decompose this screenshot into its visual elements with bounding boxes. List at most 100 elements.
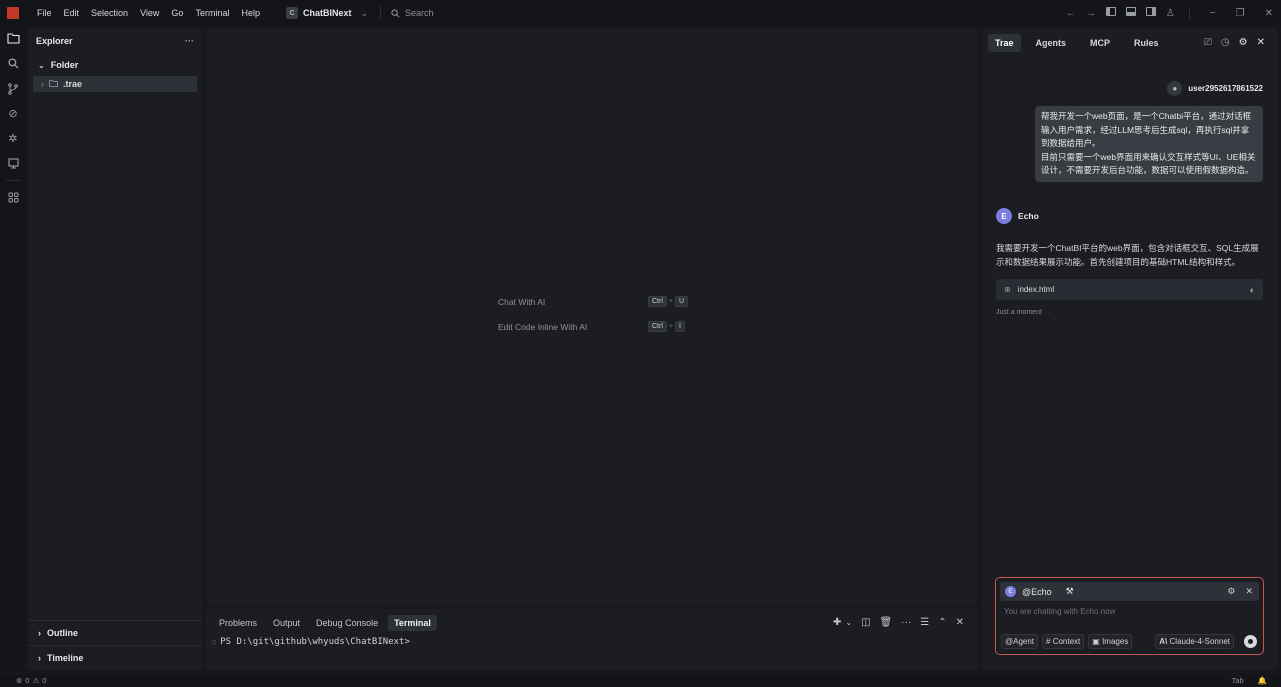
menu-edit[interactable]: Edit: [58, 8, 86, 18]
toggle-right-panel-icon[interactable]: [1145, 7, 1156, 19]
agent-avatar: E: [996, 208, 1012, 224]
timeline-section[interactable]: › Timeline: [28, 645, 202, 670]
status-bar: ⊗ 0 ⚠ 0 Tab 🔔: [0, 674, 1281, 687]
chevron-right-icon: ›: [41, 79, 44, 89]
more-actions-icon[interactable]: ···: [185, 36, 194, 46]
shortcut-keys: Ctrl + U: [648, 296, 689, 307]
tree-item-trae[interactable]: › .trae: [33, 76, 197, 92]
menu-go[interactable]: Go: [165, 8, 189, 18]
forward-arrow-icon[interactable]: →: [1086, 8, 1096, 19]
tab-problems[interactable]: Problems: [213, 615, 263, 631]
chat-input-box[interactable]: E @Echo ⚒ ⚙ ✕ You are chatting with Echo…: [995, 577, 1264, 655]
hammer-icon[interactable]: ⚒: [1066, 586, 1074, 597]
terminal-output[interactable]: ○ PS D:\git\github\whyuds\ChatBINext>: [206, 637, 978, 647]
search-box[interactable]: Search: [391, 8, 434, 18]
user-message-bubble: 帮我开发一个web页面，是一个Chatbi平台，通过对话框输入用户需求，经过LL…: [1035, 106, 1263, 182]
close-panel-icon[interactable]: ✕: [956, 617, 964, 628]
restore-icon[interactable]: ❐: [1236, 8, 1245, 19]
key-plus: +: [668, 298, 673, 305]
agent-name: Echo: [1018, 211, 1039, 221]
status-right: Tab 🔔: [1232, 676, 1267, 685]
back-arrow-icon[interactable]: ←: [1066, 8, 1076, 19]
user-message-line: 目前只需要一个web界面用来确认交互样式等UI、UE相关设计，不需要开发后台功能…: [1041, 151, 1256, 176]
menu-file[interactable]: File: [31, 8, 58, 18]
images-chip[interactable]: ▣ Images: [1088, 634, 1133, 649]
chevron-down-icon[interactable]: ⌄: [845, 618, 852, 627]
new-terminal-icon[interactable]: ✚: [833, 617, 841, 628]
minimize-icon[interactable]: −: [1210, 8, 1216, 19]
toggle-bottom-panel-icon[interactable]: [1125, 7, 1136, 19]
tab-terminal[interactable]: Terminal: [388, 615, 437, 631]
tree-item-label: .trae: [63, 79, 83, 89]
maximize-panel-icon[interactable]: ⌃: [938, 617, 946, 628]
account-icon[interactable]: ♙: [1166, 8, 1175, 19]
ai-chat-panel: Trae Agents MCP Rules ⎚ ◷ ⚙ ✕ ● user2952…: [982, 28, 1277, 670]
folder-root[interactable]: ⌄ Folder: [28, 54, 202, 76]
close-icon[interactable]: ✕: [1245, 586, 1253, 597]
tab-mcp[interactable]: MCP: [1083, 34, 1117, 52]
preview-icon[interactable]: [0, 151, 26, 176]
tab-debug-console[interactable]: Debug Console: [310, 615, 384, 631]
send-button[interactable]: [1244, 635, 1257, 648]
agent-chip[interactable]: @Agent: [1001, 634, 1039, 649]
section-label: Outline: [47, 628, 78, 638]
problems-indicator[interactable]: ⊗ 0 ⚠ 0: [16, 676, 46, 685]
source-control-icon[interactable]: [0, 76, 26, 101]
debug-icon[interactable]: ✲: [0, 126, 26, 151]
toggle-left-panel-icon[interactable]: [1105, 7, 1116, 19]
model-selector[interactable]: A\ Claude-4-Sonnet: [1155, 634, 1234, 649]
project-switcher[interactable]: C ChatBINext ⌄: [285, 7, 368, 19]
tab-trae[interactable]: Trae: [988, 34, 1021, 52]
hint-label: Edit Code Inline With AI: [498, 321, 588, 332]
menu-terminal[interactable]: Terminal: [189, 8, 235, 18]
remote-icon[interactable]: ⊘: [0, 101, 26, 126]
user-avatar-icon: ●: [1167, 81, 1183, 96]
bell-icon[interactable]: 🔔: [1258, 676, 1267, 685]
divider: [6, 180, 20, 181]
history-icon[interactable]: ◷: [1221, 37, 1230, 48]
extensions-icon[interactable]: [0, 185, 26, 210]
agent-selector-actions: ⚙ ✕: [1227, 586, 1259, 597]
explorer-icon[interactable]: [0, 26, 26, 51]
tab-agents[interactable]: Agents: [1029, 34, 1074, 52]
hint-edit-inline: Edit Code Inline With AI Ctrl + I: [498, 321, 685, 332]
settings-sliders-icon[interactable]: ☰: [920, 617, 929, 628]
key-cap: Ctrl: [648, 321, 667, 332]
new-chat-icon[interactable]: ⎚: [1204, 37, 1212, 48]
menu-selection[interactable]: Selection: [85, 8, 134, 18]
terminal-prompt: PS D:\git\github\whyuds\ChatBINext>: [220, 637, 410, 647]
editor-area: Chat With AI Ctrl + U Edit Code Inline W…: [206, 28, 978, 605]
tab-rules[interactable]: Rules: [1127, 34, 1166, 52]
trash-icon[interactable]: 🗑: [880, 617, 893, 628]
error-icon: ⊗: [16, 676, 23, 685]
agent-header: E Echo: [996, 208, 1039, 224]
explorer-panel: Explorer ··· ⌄ Folder › .trae › Outline …: [28, 28, 202, 670]
explorer-header: Explorer ···: [28, 28, 202, 54]
tab-output[interactable]: Output: [267, 615, 306, 631]
more-actions-icon[interactable]: ···: [901, 617, 911, 628]
folder-icon: [49, 79, 58, 89]
explorer-bottom-sections: › Outline › Timeline: [28, 620, 202, 670]
gear-icon[interactable]: ⚙: [1239, 37, 1248, 48]
split-terminal-icon[interactable]: ◫: [861, 617, 870, 628]
agent-selector[interactable]: E @Echo ⚒ ⚙ ✕: [1000, 582, 1259, 601]
chat-tools: ⎚ ◷ ⚙ ✕: [1204, 37, 1265, 48]
file-change-card[interactable]: ⊕ index.html ◐: [996, 279, 1263, 300]
chat-input-placeholder[interactable]: You are chatting with Echo now: [1004, 607, 1263, 616]
divider: [380, 6, 382, 20]
search-icon[interactable]: [0, 51, 26, 76]
warning-icon: ⚠: [32, 676, 40, 685]
menu-bar: File Edit Selection View Go Terminal Hel…: [31, 8, 266, 18]
close-icon[interactable]: ✕: [1257, 37, 1265, 48]
menu-view[interactable]: View: [134, 8, 165, 18]
menu-help[interactable]: Help: [235, 8, 266, 18]
outline-section[interactable]: › Outline: [28, 620, 202, 645]
gear-icon[interactable]: ⚙: [1227, 586, 1235, 597]
context-chip[interactable]: # Context: [1042, 634, 1085, 649]
activity-bar: ⊘ ✲: [0, 26, 26, 672]
title-bar: File Edit Selection View Go Terminal Hel…: [0, 0, 1281, 26]
key-cap: Ctrl: [648, 296, 667, 307]
loading-dot-icon: ·: [1047, 309, 1051, 316]
tab-indicator[interactable]: Tab: [1232, 676, 1244, 685]
close-icon[interactable]: ✕: [1265, 8, 1273, 19]
